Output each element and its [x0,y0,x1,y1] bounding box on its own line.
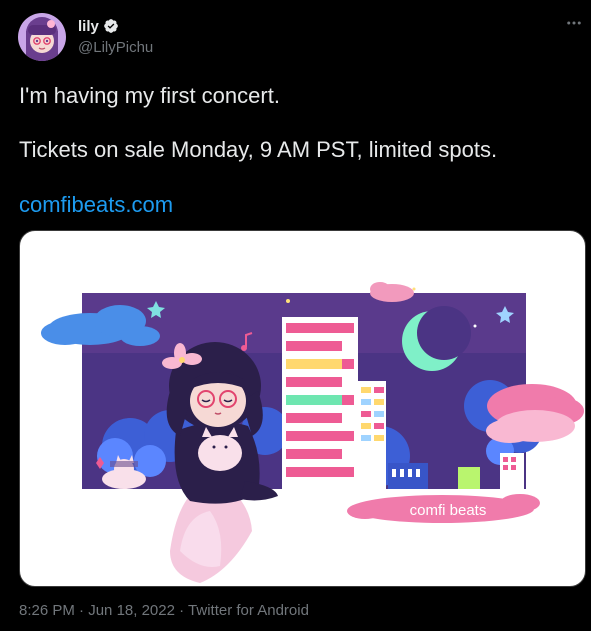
banner-text: comfi beats [410,502,487,519]
avatar-image [18,13,66,61]
comfi-beats-illustration: comfi beats [41,282,584,583]
meta-separator: · [174,602,189,619]
tweet-meta: 8:26 PM · Jun 18, 2022 · Twitter for And… [19,602,309,619]
author-name-row: lily [78,16,119,36]
display-name[interactable]: lily [78,18,99,35]
meta-separator: · [74,602,89,619]
tweet-date[interactable]: Jun 18, 2022 [88,602,175,619]
tweet-time[interactable]: 8:26 PM [19,602,75,619]
tweet-link[interactable]: comfibeats.com [19,191,574,219]
tweet: lily @LilyPichu I'm having my first conc… [0,0,591,631]
more-options-button[interactable] [563,12,585,34]
verified-badge-icon [104,19,118,33]
tweet-source[interactable]: Twitter for Android [188,602,309,619]
tweet-text-line-2: Tickets on sale Monday, 9 AM PST, limite… [19,137,498,162]
avatar[interactable] [18,13,66,61]
tweet-media-image[interactable]: comfi beats [19,230,586,587]
author-handle[interactable]: @LilyPichu [78,39,153,56]
more-horizontal-icon [567,21,581,25]
tweet-text-line-1: I'm having my first concert. [19,83,280,108]
